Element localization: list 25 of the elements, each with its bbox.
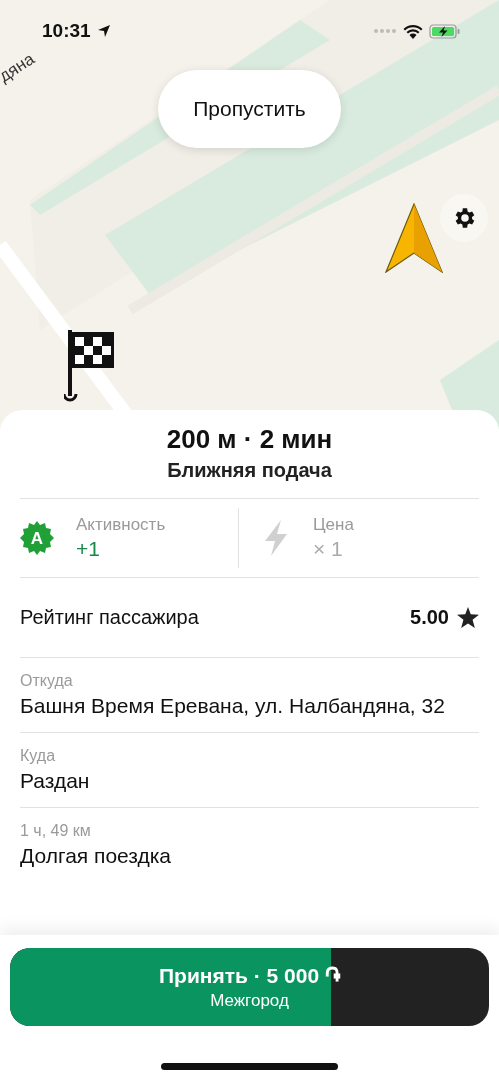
route-label: Откуда — [20, 672, 74, 690]
wifi-icon — [403, 23, 423, 39]
route-label: Куда — [20, 747, 57, 765]
rating-value: 5.00 — [410, 606, 449, 629]
location-arrow-icon — [96, 24, 111, 38]
battery-charging-icon — [429, 23, 461, 39]
route-value: Башня Время Еревана, ул. Налбандяна, 32 — [20, 693, 446, 719]
pickup-type: Ближняя подача — [167, 458, 332, 483]
accept-button[interactable]: Принять · 5 000 ֏ Межгород — [10, 948, 489, 1026]
route-value: Раздан — [20, 768, 91, 794]
route-value: Долгая поездка — [20, 843, 173, 869]
navigation-arrow-icon — [385, 203, 443, 273]
distance-time: 200 м · 2 мин — [166, 423, 333, 456]
signal-icon — [373, 28, 397, 34]
route-label: 1 ч, 49 км — [20, 822, 92, 840]
activity-badge-icon: A — [20, 521, 54, 555]
status-time: 10:31 — [42, 20, 91, 42]
stat-label: Цена — [313, 515, 354, 535]
settings-button[interactable] — [440, 194, 488, 242]
skip-button[interactable]: Пропустить — [158, 70, 341, 148]
stat-label: Активность — [76, 515, 166, 535]
stat-value: × 1 — [313, 537, 344, 561]
rating-label: Рейтинг пассажира — [20, 606, 200, 629]
star-icon — [457, 607, 479, 628]
stat-value: +1 — [76, 537, 101, 561]
